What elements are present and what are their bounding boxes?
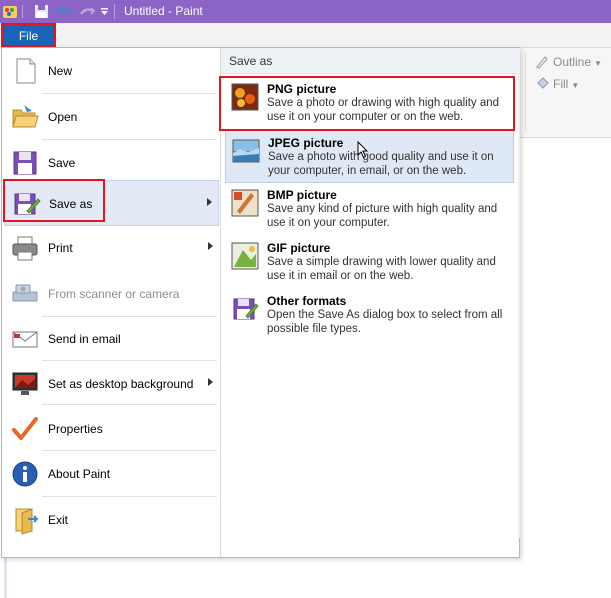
menu-item-label: Print	[48, 241, 73, 255]
menu-item-open[interactable]: Open	[4, 94, 219, 140]
menu-item-label: Open	[48, 110, 78, 124]
save-as-other-formats[interactable]: Other formats Open the Save As dialog bo…	[225, 289, 514, 342]
menu-item-print[interactable]: Print	[4, 225, 219, 271]
canvas-lower	[0, 558, 611, 598]
submenu-arrow-icon	[208, 242, 213, 250]
save-as-bmp[interactable]: BMP picture Save any kind of picture wit…	[225, 183, 514, 236]
paint-app-icon[interactable]	[2, 4, 18, 20]
submenu-item-title: GIF picture	[267, 241, 331, 255]
file-menu-commands: New Open Save Save as Print From scanner…	[2, 48, 219, 557]
redo-icon[interactable]	[79, 4, 95, 19]
jpeg-picture-icon	[232, 139, 260, 163]
exit-icon	[15, 508, 39, 535]
gif-picture-icon	[231, 242, 259, 270]
submenu-arrow-icon	[207, 198, 212, 206]
mouse-cursor-icon	[357, 141, 369, 159]
fill-dropdown[interactable]: Fill ▼	[535, 77, 579, 91]
menu-item-label: Properties	[48, 422, 103, 436]
ribbon-separator	[525, 52, 526, 132]
menu-item-label: Set as desktop background	[48, 377, 194, 391]
desktop-background-icon	[12, 372, 38, 395]
save-as-highlight	[3, 179, 105, 222]
menu-item-label: About Paint	[48, 467, 111, 481]
window-title: Untitled - Paint	[124, 4, 203, 18]
other-formats-icon	[233, 298, 259, 320]
menu-item-send-email[interactable]: Send in email	[4, 316, 219, 362]
menu-item-desktop-background[interactable]: Set as desktop background	[4, 361, 219, 407]
menu-item-exit[interactable]: Exit	[4, 497, 219, 543]
info-icon	[12, 461, 38, 487]
open-folder-icon	[12, 105, 39, 128]
submenu-header-title: Save as	[229, 54, 273, 68]
fill-icon	[537, 77, 549, 89]
canvas-area[interactable]	[519, 138, 611, 598]
jpeg-highlight	[219, 76, 515, 131]
menu-item-properties[interactable]: Properties	[4, 406, 219, 452]
submenu-item-title: Other formats	[267, 294, 347, 308]
menu-item-from-scanner[interactable]: From scanner or camera	[4, 271, 219, 317]
file-tab[interactable]: File	[1, 23, 56, 47]
ribbon-body: Outline ▼ Fill ▼	[519, 48, 611, 138]
ribbon-tab-strip	[0, 23, 611, 48]
outline-dropdown[interactable]: Outline ▼	[535, 55, 602, 69]
menu-item-about[interactable]: About Paint	[4, 451, 219, 497]
menu-item-label: Exit	[48, 513, 69, 527]
fill-label: Fill	[553, 77, 569, 91]
submenu-item-desc: Open the Save As dialog box to select fr…	[267, 309, 503, 335]
save-as-jpeg[interactable]: JPEG picture Save a photo with good qual…	[225, 130, 514, 183]
printer-icon	[12, 236, 38, 261]
qa-separator	[22, 5, 23, 18]
menu-separator	[42, 404, 217, 405]
menu-item-label: New	[48, 64, 73, 78]
outline-label: Outline	[553, 55, 592, 69]
save-quick-icon[interactable]	[34, 4, 49, 19]
menu-item-label: Send in email	[48, 332, 121, 346]
submenu-header: Save as	[221, 48, 518, 74]
submenu-item-title: JPEG picture	[268, 136, 344, 150]
canvas-edge	[4, 558, 7, 598]
submenu-item-desc: Save a simple drawing with lower quality…	[267, 256, 496, 282]
menu-item-label: From scanner or camera	[48, 287, 180, 301]
save-as-gif[interactable]: GIF picture Save a simple drawing with l…	[225, 236, 514, 289]
customize-toolbar-icon[interactable]	[100, 8, 109, 17]
title-separator	[114, 4, 115, 19]
submenu-arrow-icon	[208, 378, 213, 386]
email-icon	[12, 331, 38, 348]
submenu-edge	[518, 48, 520, 538]
undo-icon[interactable]	[57, 4, 73, 19]
menu-item-label: Save	[48, 156, 76, 170]
menu-item-new[interactable]: New	[4, 48, 219, 94]
properties-checkmark-icon	[12, 417, 38, 440]
submenu-item-desc: Save a photo with good quality and use i…	[268, 151, 494, 177]
title-bar: Untitled - Paint	[0, 0, 611, 23]
bmp-picture-icon	[231, 189, 259, 217]
outline-icon	[536, 56, 548, 69]
new-document-icon	[16, 58, 36, 84]
save-disk-icon	[13, 151, 37, 175]
submenu-item-title: BMP picture	[267, 188, 337, 202]
submenu-item-desc: Save any kind of picture with high quali…	[267, 203, 498, 229]
scanner-camera-icon	[12, 284, 38, 302]
